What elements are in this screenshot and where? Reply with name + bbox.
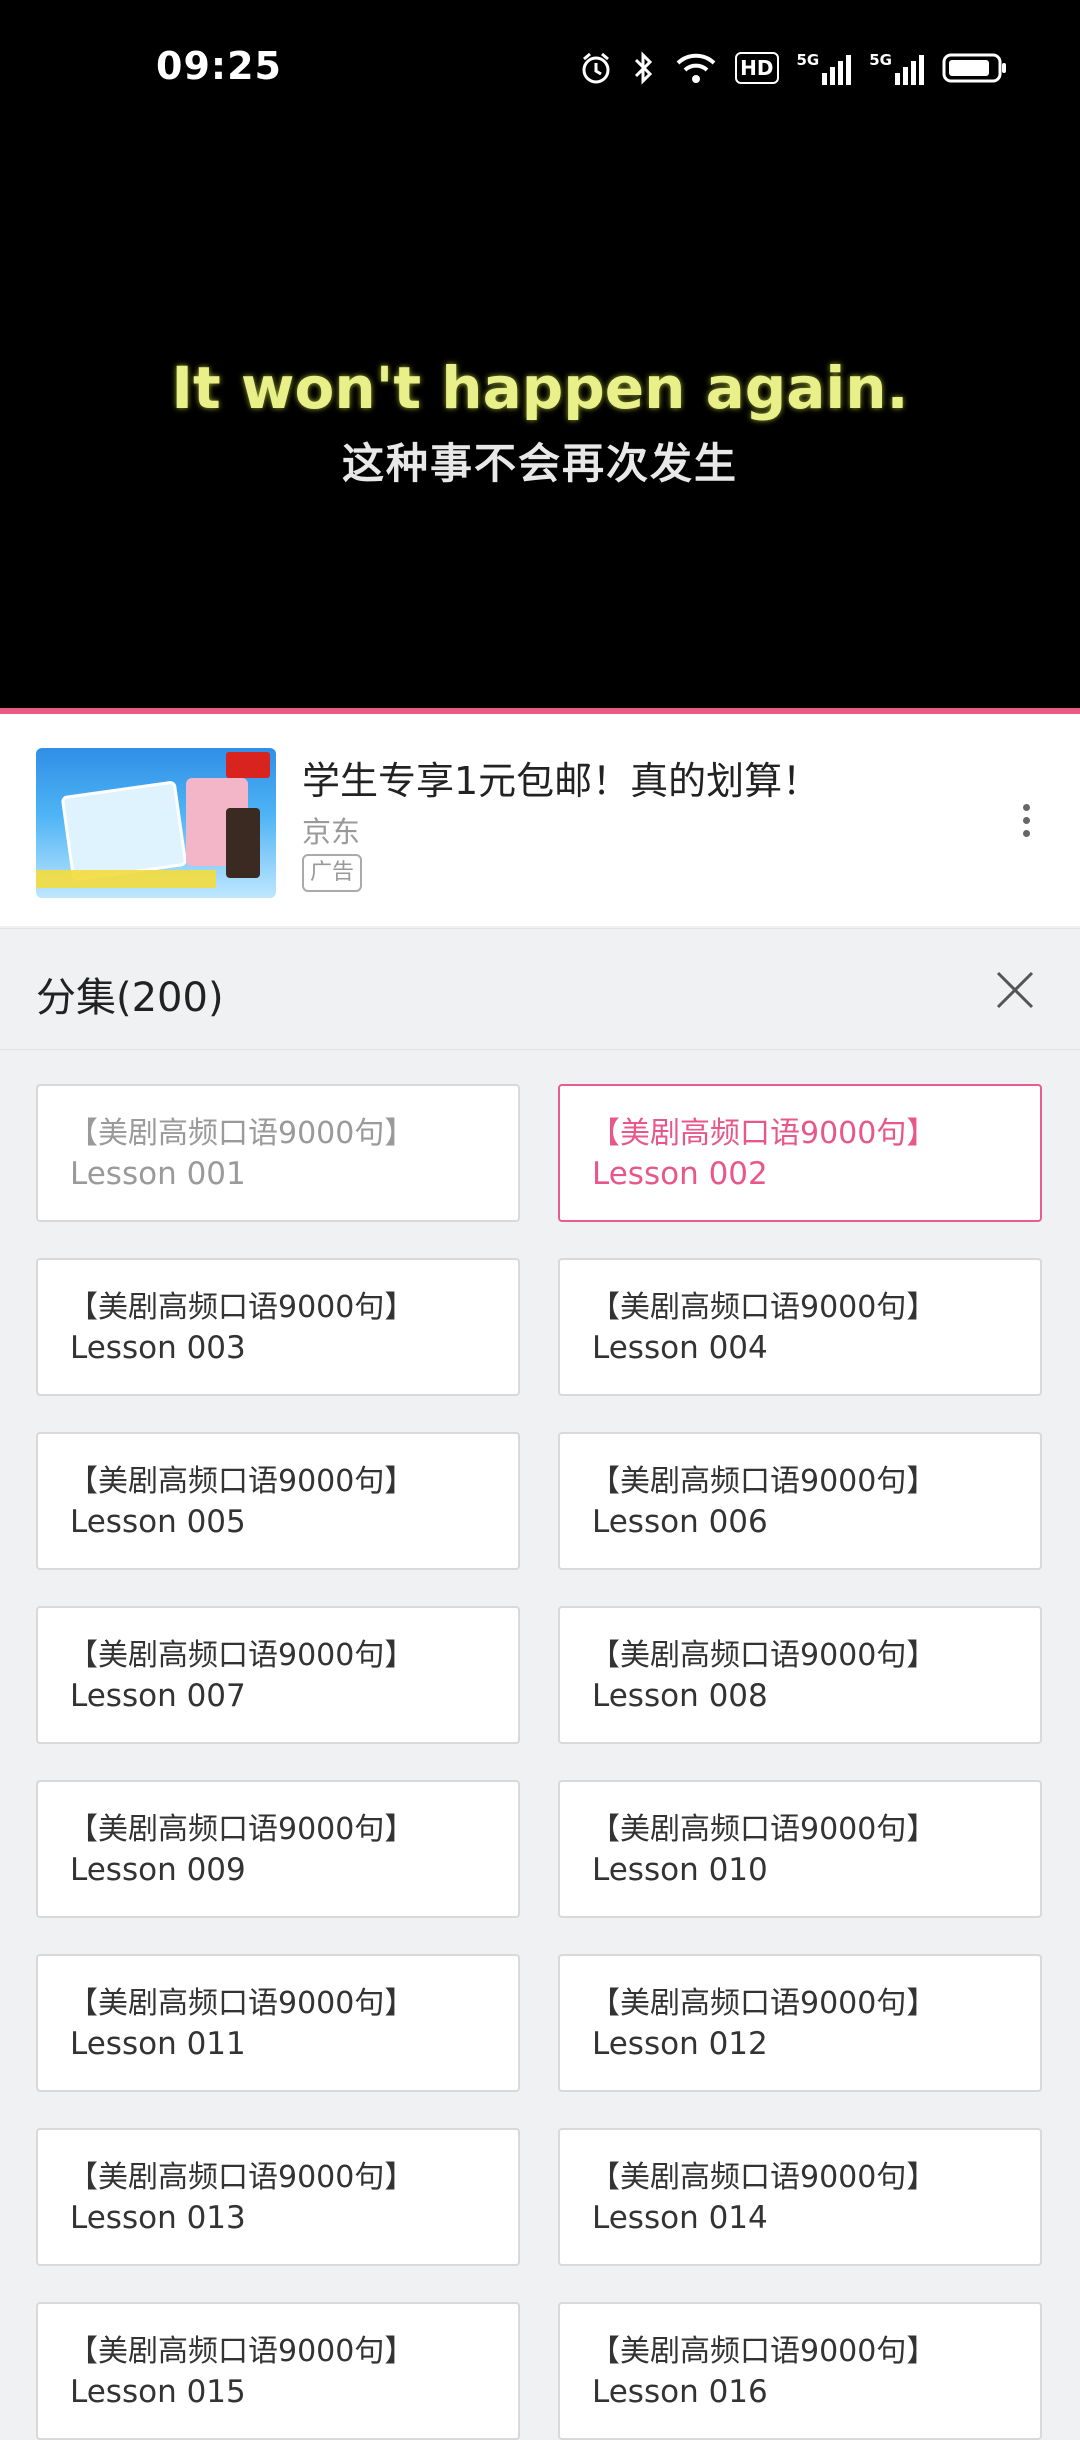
ad-source: 京东 (302, 815, 361, 849)
episode-item[interactable]: 【美剧高频口语9000句】 Lesson 011 (36, 1954, 520, 2092)
episode-series-label: 【美剧高频口语9000句】 (590, 1116, 937, 1151)
episodes-header: 分集(200) (0, 928, 1080, 1050)
ad-badge: 广告 (302, 854, 363, 892)
episode-lesson-label: Lesson 009 (70, 1852, 246, 1888)
episode-grid: 【美剧高频口语9000句】 Lesson 001 【美剧高频口语9000句】 Less… (36, 1084, 1046, 2440)
network-label: 5G (869, 51, 892, 69)
episode-series-label: 【美剧高频口语9000句】 (68, 1986, 415, 2021)
subtitle-chinese: 这种事不会再次发生 (341, 439, 738, 488)
episode-series-label: 【美剧高频口语9000句】 (590, 1986, 937, 2021)
episode-series-label: 【美剧高频口语9000句】 (590, 2160, 937, 2195)
episode-item[interactable]: 【美剧高频口语9000句】 Lesson 010 (558, 1780, 1042, 1918)
hd-icon: HD (735, 52, 779, 84)
episode-lesson-label: Lesson 006 (592, 1504, 768, 1540)
episode-series-label: 【美剧高频口语9000句】 (590, 1464, 937, 1499)
episode-item[interactable]: 【美剧高频口语9000句】 Lesson 003 (36, 1258, 520, 1396)
episode-series-label: 【美剧高频口语9000句】 (590, 1638, 937, 1673)
episode-lesson-label: Lesson 010 (592, 1852, 768, 1888)
episode-lesson-label: Lesson 007 (70, 1678, 246, 1714)
alarm-icon (582, 52, 610, 84)
episode-series-label: 【美剧高频口语9000句】 (68, 1464, 415, 1499)
episode-item[interactable]: 【美剧高频口语9000句】 Lesson 007 (36, 1606, 520, 1744)
episode-item[interactable]: 【美剧高频口语9000句】 Lesson 004 (558, 1258, 1042, 1396)
episode-lesson-label: Lesson 002 (592, 1156, 768, 1192)
more-vertical-icon[interactable] (1016, 804, 1036, 844)
wifi-icon (676, 53, 716, 83)
episode-lesson-label: Lesson 003 (70, 1330, 246, 1366)
ad-banner[interactable]: 学生专享1元包邮！真的划算！ 京东 广告 (0, 714, 1080, 926)
episode-series-label: 【美剧高频口语9000句】 (590, 2334, 937, 2369)
episode-item[interactable]: 【美剧高频口语9000句】 Lesson 002 (558, 1084, 1042, 1222)
episode-lesson-label: Lesson 014 (592, 2200, 768, 2236)
episode-lesson-label: Lesson 013 (70, 2200, 246, 2236)
episode-lesson-label: Lesson 011 (70, 2026, 246, 2062)
episode-item[interactable]: 【美剧高频口语9000句】 Lesson 013 (36, 2128, 520, 2266)
episode-item[interactable]: 【美剧高频口语9000句】 Lesson 008 (558, 1606, 1042, 1744)
hd-label: HD (740, 56, 774, 80)
signal-5g-icon: 5G (869, 51, 924, 85)
episode-series-label: 【美剧高频口语9000句】 (68, 2160, 415, 2195)
status-icons: HD 5G 5G (579, 48, 1008, 88)
status-time: 09:25 (156, 44, 282, 88)
video-player[interactable]: 09:25 HD 5G 5G It won't happen again. 这种… (0, 0, 1080, 712)
episode-item[interactable]: 【美剧高频口语9000句】 Lesson 005 (36, 1432, 520, 1570)
episode-lesson-label: Lesson 012 (592, 2026, 768, 2062)
episode-lesson-label: Lesson 004 (592, 1330, 768, 1366)
signal-5g-icon: 5G (797, 51, 852, 85)
episode-lesson-label: Lesson 008 (592, 1678, 768, 1714)
bluetooth-icon (635, 51, 653, 85)
battery-icon (942, 53, 1006, 83)
episode-item[interactable]: 【美剧高频口语9000句】 Lesson 001 (36, 1084, 520, 1222)
episode-series-label: 【美剧高频口语9000句】 (68, 1812, 415, 1847)
episode-item[interactable]: 【美剧高频口语9000句】 Lesson 016 (558, 2302, 1042, 2440)
episode-lesson-label: Lesson 016 (592, 2374, 768, 2410)
network-label: 5G (796, 51, 820, 69)
subtitle-english: It won't happen again. (171, 354, 909, 422)
episode-series-label: 【美剧高频口语9000句】 (68, 1290, 415, 1325)
episode-lesson-label: Lesson 005 (70, 1504, 246, 1540)
episode-series-label: 【美剧高频口语9000句】 (68, 2334, 415, 2369)
episode-item[interactable]: 【美剧高频口语9000句】 Lesson 015 (36, 2302, 520, 2440)
episode-item[interactable]: 【美剧高频口语9000句】 Lesson 014 (558, 2128, 1042, 2266)
episode-lesson-label: Lesson 015 (70, 2374, 246, 2410)
ad-title[interactable]: 学生专享1元包邮！真的划算！ (302, 750, 820, 805)
ad-thumbnail-image[interactable] (36, 748, 276, 898)
episode-item[interactable]: 【美剧高频口语9000句】 Lesson 009 (36, 1780, 520, 1918)
status-bar: 09:25 HD 5G 5G (0, 0, 1080, 136)
episode-lesson-label: Lesson 001 (70, 1156, 246, 1192)
episode-series-label: 【美剧高频口语9000句】 (590, 1812, 937, 1847)
episodes-title: 分集(200) (36, 975, 224, 1021)
episode-item[interactable]: 【美剧高频口语9000句】 Lesson 006 (558, 1432, 1042, 1570)
episode-series-label: 【美剧高频口语9000句】 (590, 1290, 937, 1325)
episode-series-label: 【美剧高频口语9000句】 (68, 1116, 415, 1151)
close-icon[interactable] (994, 969, 1036, 1011)
episode-series-label: 【美剧高频口语9000句】 (68, 1638, 415, 1673)
episode-item[interactable]: 【美剧高频口语9000句】 Lesson 012 (558, 1954, 1042, 2092)
